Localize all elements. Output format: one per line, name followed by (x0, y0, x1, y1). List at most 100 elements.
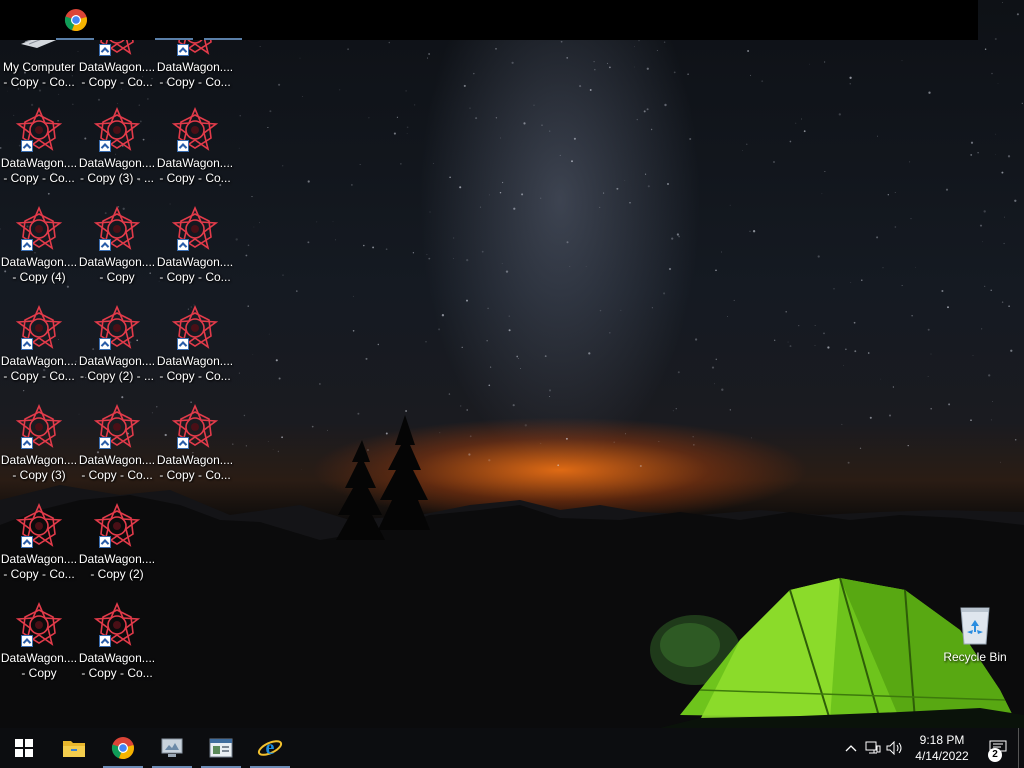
clock-time: 9:18 PM (919, 733, 965, 747)
datawagon-shortcut[interactable]: DataWagon.... - Copy (2) - ... (78, 304, 156, 384)
show-hidden-icons-chevron-icon[interactable] (840, 728, 862, 768)
desktop-icon-label: DataWagon.... (0, 354, 78, 368)
taskbar: e 9:18 PM 4/14/2022 2 (0, 728, 1024, 768)
datawagon-shortcut[interactable]: DataWagon.... - Copy - Co... (78, 601, 156, 681)
datawagon-shortcut[interactable]: DataWagon.... - Copy - Co... (156, 304, 234, 384)
shortcut-arrow-icon (21, 140, 33, 152)
datawagon-shortcut[interactable]: DataWagon.... - Copy - Co... (156, 403, 234, 483)
internet-explorer-taskbar-button[interactable]: e (246, 728, 294, 768)
desktop-icon-label: DataWagon.... (156, 60, 234, 74)
volume-icon[interactable] (884, 728, 906, 768)
datawagon-shortcut[interactable]: DataWagon.... - Copy - Co... (78, 403, 156, 483)
desktop-icon-label: DataWagon.... (156, 255, 234, 269)
datawagon-icon (171, 304, 219, 352)
desktop-icon-label: DataWagon.... (78, 453, 156, 467)
datawagon-shortcut[interactable]: DataWagon.... - Copy (3) (0, 403, 78, 483)
shortcut-arrow-icon (21, 437, 33, 449)
shortcut-arrow-icon (99, 536, 111, 548)
windows-logo-icon (15, 739, 33, 757)
desktop-icon-label-second-line: - Copy - Co... (159, 369, 231, 383)
datawagon-icon (15, 403, 63, 451)
tab-indicator (204, 38, 242, 40)
desktop-icon-label: DataWagon.... (78, 354, 156, 368)
shortcut-arrow-icon (99, 140, 111, 152)
datawagon-shortcut[interactable]: DataWagon.... - Copy - Co... (0, 502, 78, 582)
desktop-icon-label: My Computer (2, 60, 76, 74)
shortcut-arrow-icon (177, 44, 189, 56)
desktop-icon-label: DataWagon.... (78, 156, 156, 170)
datawagon-shortcut[interactable]: DataWagon.... - Copy (3) - ... (78, 106, 156, 186)
datawagon-shortcut[interactable]: DataWagon.... - Copy (0, 601, 78, 681)
datawagon-icon (15, 205, 63, 253)
shortcut-arrow-icon (177, 338, 189, 350)
desktop-icon-label: DataWagon.... (0, 552, 78, 566)
system-tray: 9:18 PM 4/14/2022 2 (840, 728, 1024, 768)
datawagon-icon (93, 502, 141, 550)
desktop-icon-label-second-line: - Copy - Co... (3, 75, 75, 89)
app-window-taskbar-button[interactable] (197, 728, 245, 768)
network-icon[interactable] (862, 728, 884, 768)
desktop-icon-label-second-line: - Copy (2) (90, 567, 144, 581)
shortcut-arrow-icon (99, 338, 111, 350)
taskbar-clock[interactable]: 9:18 PM 4/14/2022 (906, 732, 978, 764)
desktop-icon-label-second-line: - Copy - Co... (81, 75, 153, 89)
svg-text:e: e (266, 737, 275, 759)
datawagon-icon (93, 106, 141, 154)
shortcut-arrow-icon (21, 239, 33, 251)
datawagon-shortcut[interactable]: DataWagon.... - Copy (78, 205, 156, 285)
datawagon-shortcut[interactable]: DataWagon.... - Copy - Co... (156, 205, 234, 285)
chrome-icon[interactable] (64, 8, 88, 32)
desktop-icon-label-second-line: - Copy (3) - ... (79, 171, 154, 185)
datawagon-icon (15, 502, 63, 550)
datawagon-icon (93, 403, 141, 451)
datawagon-icon (171, 205, 219, 253)
desktop-icon-label: DataWagon.... (78, 60, 156, 74)
top-window-bar (0, 0, 978, 40)
shortcut-arrow-icon (21, 338, 33, 350)
desktop-icon-label-second-line: - Copy (2) - ... (79, 369, 154, 383)
chrome-icon (111, 737, 134, 760)
desktop-icon-label: DataWagon.... (156, 453, 234, 467)
shortcut-arrow-icon (99, 44, 111, 56)
desktop-icon-label-second-line: - Copy (3) (12, 468, 66, 482)
desktop-icon-label: DataWagon.... (0, 255, 78, 269)
shortcut-arrow-icon (21, 635, 33, 647)
datawagon-shortcut[interactable]: DataWagon.... - Copy (2) (78, 502, 156, 582)
shortcut-arrow-icon (177, 239, 189, 251)
desktop-icon-label-second-line: - Copy (21, 666, 57, 680)
desktop-icon-label-second-line: - Copy - Co... (159, 75, 231, 89)
datawagon-shortcut[interactable]: DataWagon.... - Copy - Co... (156, 106, 234, 186)
notification-count-badge: 2 (988, 748, 1002, 762)
shortcut-arrow-icon (177, 140, 189, 152)
recycle-bin-shortcut[interactable]: Recycle Bin (940, 602, 1010, 664)
recycle-bin-icon (953, 602, 997, 646)
shortcut-arrow-icon (99, 239, 111, 251)
action-center-button[interactable]: 2 (978, 728, 1018, 768)
show-desktop-button[interactable] (1018, 728, 1024, 768)
datawagon-shortcut[interactable]: DataWagon.... - Copy - Co... (0, 304, 78, 384)
file-explorer-button[interactable] (50, 728, 98, 768)
desktop-icon-label: DataWagon.... (0, 156, 78, 170)
datawagon-shortcut[interactable]: DataWagon.... - Copy (4) (0, 205, 78, 285)
shortcut-arrow-icon (99, 437, 111, 449)
desktop-icon-label-second-line: - Copy - Co... (81, 666, 153, 680)
desktop-icon-label: DataWagon.... (78, 255, 156, 269)
desktop-icon-label: DataWagon.... (156, 354, 234, 368)
shortcut-arrow-icon (177, 437, 189, 449)
desktop-icon-label-second-line: - Copy - Co... (81, 468, 153, 482)
datawagon-icon (15, 304, 63, 352)
datawagon-icon (93, 205, 141, 253)
chrome-taskbar-button[interactable] (99, 728, 147, 768)
remote-app-taskbar-button[interactable] (148, 728, 196, 768)
datawagon-icon (93, 601, 141, 649)
desktop-icon-label: DataWagon.... (78, 552, 156, 566)
datawagon-shortcut[interactable]: DataWagon.... - Copy - Co... (0, 106, 78, 186)
tab-indicator (155, 38, 193, 40)
datawagon-icon (93, 304, 141, 352)
desktop-icon-label: DataWagon.... (0, 651, 78, 665)
desktop-icon-label-second-line: - Copy - Co... (159, 171, 231, 185)
ie-icon: e (257, 737, 283, 759)
monitor-icon (161, 738, 183, 757)
datawagon-icon (15, 106, 63, 154)
start-button[interactable] (0, 728, 48, 768)
